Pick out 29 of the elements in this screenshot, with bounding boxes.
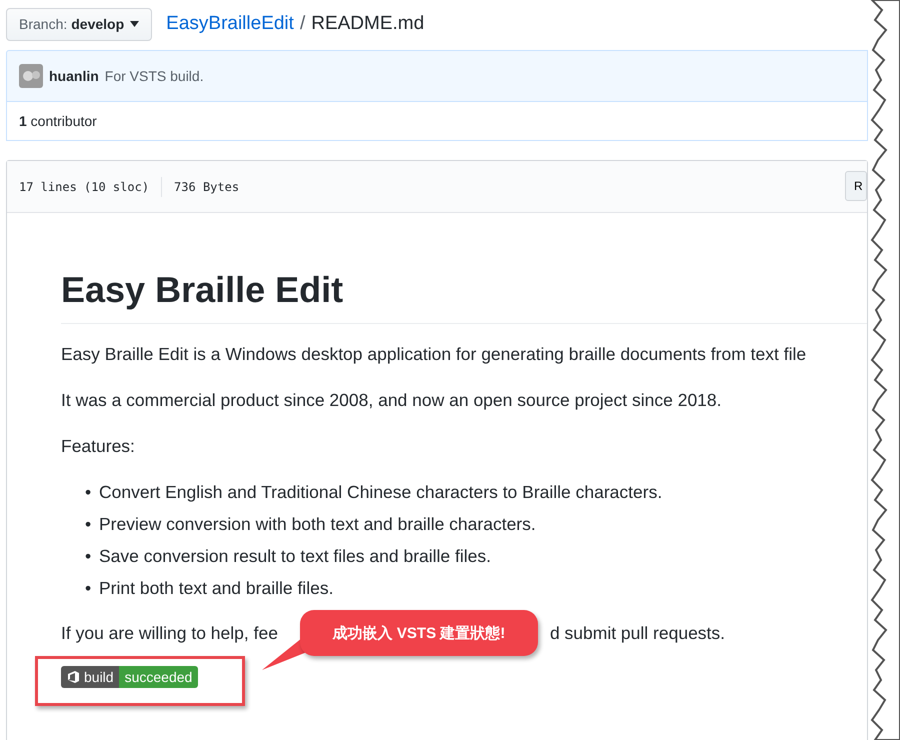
bullet: • [85, 482, 92, 503]
readme-title: Easy Braille Edit [61, 269, 867, 324]
commit-message: For VSTS build. [104, 68, 204, 84]
file-name: README.md [311, 13, 424, 35]
file-size: 736 Bytes [174, 180, 240, 194]
repo-link[interactable]: EasyBrailleEdit [166, 13, 294, 35]
path-separator: / [300, 13, 306, 35]
paragraph: Features: [61, 436, 136, 457]
line-count: 17 lines (10 sloc) [19, 180, 150, 194]
paragraph: If you are willing to help, fee [61, 623, 278, 644]
feature-item: Print both text and braille files. [99, 578, 334, 599]
paragraph: Easy Braille Edit is a Windows desktop application for generating braille documents from text file [61, 344, 808, 365]
branch-button[interactable]: Branch: develop [6, 8, 152, 40]
badge-status: succeeded [118, 666, 198, 688]
avatar-icon [19, 64, 43, 88]
paragraph: It was a commercial product since 2008, and now an open source project since 2018. [61, 390, 723, 411]
vsts-icon [66, 670, 80, 684]
contributors-count: 1 contributor [19, 113, 97, 129]
feature-item: Convert English and Traditional Chinese characters to Braille characters. [99, 482, 662, 503]
caret-icon [130, 21, 140, 27]
feature-item: Save conversion result to text files and braille files. [99, 546, 491, 567]
bullet: • [85, 546, 92, 567]
raw-button[interactable]: R [845, 171, 867, 201]
bullet: • [85, 514, 92, 535]
bullet: • [85, 578, 92, 599]
badge-label: build [84, 668, 114, 686]
feature-item: Preview conversion with both text and braille characters. [99, 514, 536, 535]
paragraph: d submit pull requests. [550, 623, 726, 644]
author-link[interactable]: huanlin [49, 68, 99, 84]
